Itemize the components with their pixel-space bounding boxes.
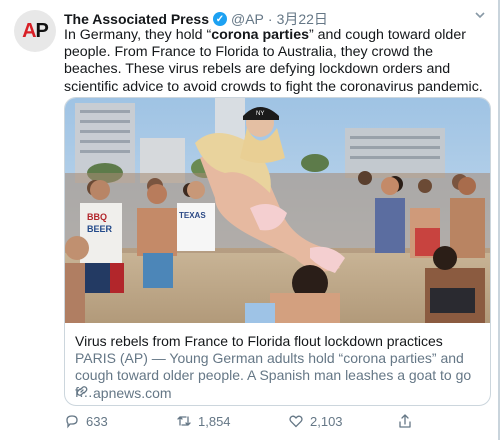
verified-badge-icon: ✓ bbox=[213, 12, 227, 26]
chevron-down-icon[interactable] bbox=[474, 8, 486, 24]
retweet-button[interactable]: 1,854 bbox=[176, 413, 231, 429]
card-domain[interactable]: apnews.com bbox=[75, 384, 172, 401]
card-domain-text: apnews.com bbox=[93, 384, 172, 401]
avatar[interactable]: AP bbox=[14, 10, 56, 52]
action-bar: 633 1,854 2,103 bbox=[64, 413, 484, 433]
share-button[interactable] bbox=[397, 413, 413, 429]
card-title[interactable]: Virus rebels from France to Florida flou… bbox=[75, 333, 443, 349]
shirt-text-1: BBQ bbox=[87, 212, 107, 222]
tweet-date[interactable]: 3月22日 bbox=[277, 9, 328, 29]
article-photo[interactable]: BBQ BEER TEXAS NY bbox=[65, 98, 490, 323]
like-button[interactable]: 2,103 bbox=[288, 413, 343, 429]
share-icon bbox=[399, 414, 411, 428]
tweet[interactable]: AP The Associated Press ✓ @AP · 3月22日 In… bbox=[0, 0, 500, 440]
retweet-count: 1,854 bbox=[198, 413, 231, 429]
like-icon bbox=[289, 415, 303, 428]
retweet-icon bbox=[177, 416, 191, 426]
bold-phrase: corona parties bbox=[211, 27, 309, 43]
account-name[interactable]: The Associated Press bbox=[64, 11, 209, 27]
shirt-text-3: TEXAS bbox=[179, 211, 206, 220]
reply-icon bbox=[66, 415, 78, 429]
reply-count: 633 bbox=[86, 413, 108, 429]
tweet-text: In Germany, they hold “corona parties” a… bbox=[64, 27, 483, 95]
ap-logo: AP bbox=[22, 19, 49, 42]
like-count: 2,103 bbox=[310, 413, 343, 429]
shirt-text-2: BEER bbox=[87, 224, 113, 234]
account-handle[interactable]: @AP bbox=[231, 11, 264, 27]
cap-text: NY bbox=[256, 111, 264, 117]
tweet-header: The Associated Press ✓ @AP · 3月22日 bbox=[64, 9, 328, 29]
separator: · bbox=[267, 11, 273, 27]
link-card[interactable]: BBQ BEER TEXAS NY Virus rebels from Fran… bbox=[64, 97, 491, 406]
link-icon bbox=[75, 384, 89, 401]
reply-button[interactable]: 633 bbox=[64, 413, 108, 429]
